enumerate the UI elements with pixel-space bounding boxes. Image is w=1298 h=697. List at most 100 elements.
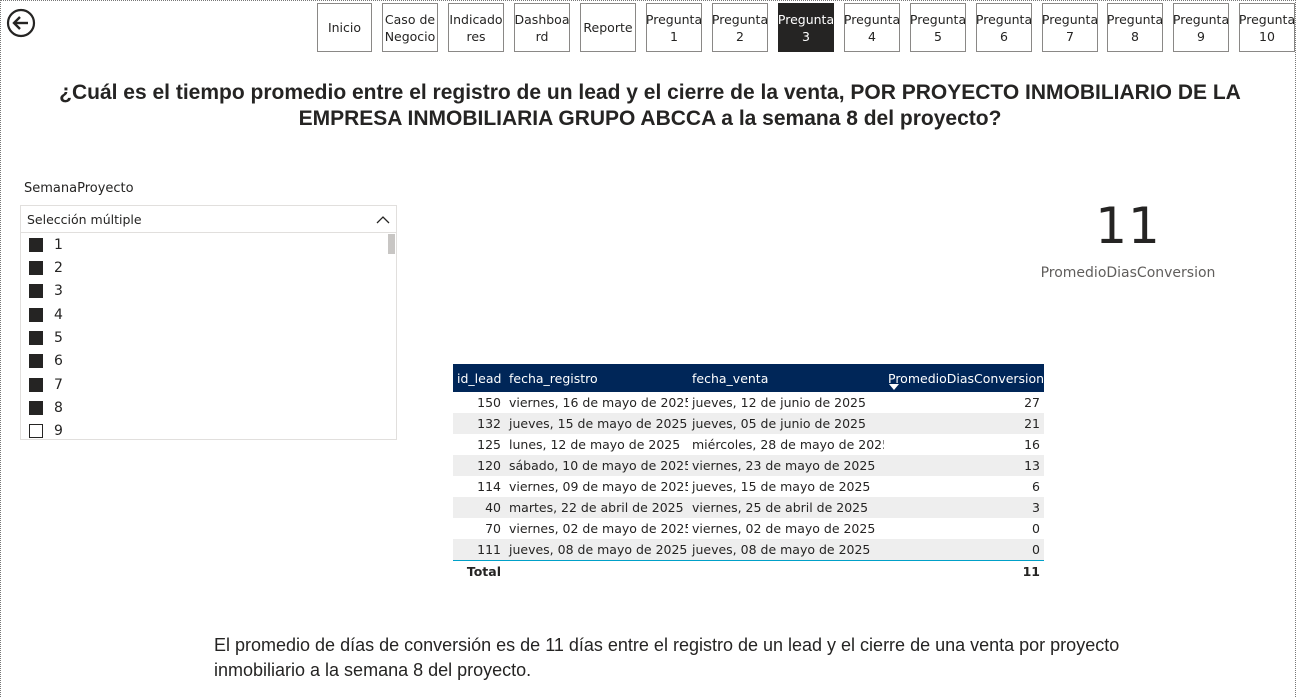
checkbox-checked-icon[interactable] [29, 238, 43, 252]
chevron-up-icon [376, 215, 390, 223]
total-empty-cell [688, 560, 884, 582]
cell-id-lead: 114 [453, 476, 505, 497]
slicer-item[interactable]: 7 [29, 375, 63, 395]
slicer-dropdown-header[interactable]: Selección múltiple [21, 206, 396, 233]
nav-button-indicadores[interactable]: Indicado res [448, 3, 504, 52]
slicer-list: 1 2 3 4 5 6 7 8 9 [21, 233, 396, 439]
cell-fecha-venta: jueves, 08 de mayo de 2025 [688, 539, 884, 561]
slicer-item[interactable]: 8 [29, 398, 63, 418]
slicer-item[interactable]: 5 [29, 328, 63, 348]
slicer-item[interactable]: 9 [29, 421, 63, 439]
slicer-item-label: 3 [54, 283, 63, 299]
cell-id-lead: 150 [453, 392, 505, 413]
slicer-item[interactable]: 3 [29, 281, 63, 301]
cell-fecha-registro: lunes, 12 de mayo de 2025 [505, 434, 688, 455]
nav-button-reporte[interactable]: Reporte [580, 3, 636, 52]
nav-button-dashboard[interactable]: Dashboa rd [514, 3, 570, 52]
cell-fecha-venta: jueves, 12 de junio de 2025 [688, 392, 884, 413]
summary-text: El promedio de días de conversión es de … [214, 635, 1120, 680]
slicer-item-label: 1 [54, 237, 63, 253]
column-header-fecha-venta[interactable]: fecha_venta [688, 364, 884, 392]
cell-fecha-registro: viernes, 16 de mayo de 2025 [505, 392, 688, 413]
cell-fecha-registro: jueves, 08 de mayo de 2025 [505, 539, 688, 561]
kpi-card-label: PromedioDiasConversion [1040, 265, 1216, 281]
nav-button-pregunta-6[interactable]: Pregunta 6 [976, 3, 1032, 52]
slicer-scrollbar[interactable] [388, 234, 395, 254]
table-row: 120 sábado, 10 de mayo de 2025 viernes, 23… [453, 455, 1044, 476]
table-row: 70 viernes, 02 de mayo de 2025 viernes, 02… [453, 518, 1044, 539]
cell-promedio: 3 [884, 497, 1044, 518]
cell-promedio: 27 [884, 392, 1044, 413]
slicer-item-label: 5 [54, 330, 63, 346]
checkbox-checked-icon[interactable] [29, 261, 43, 275]
total-empty-cell [505, 560, 688, 582]
nav-button-pregunta-4[interactable]: Pregunta 4 [844, 3, 900, 52]
cell-id-lead: 120 [453, 455, 505, 476]
slicer-item-label: 6 [54, 353, 63, 369]
cell-id-lead: 132 [453, 413, 505, 434]
slicer-item[interactable]: 1 [29, 235, 63, 255]
nav-button-pregunta-10[interactable]: Pregunta 10 [1239, 3, 1295, 52]
nav-button-pregunta-2[interactable]: Pregunta 2 [712, 3, 768, 52]
table-row: 40 martes, 22 de abril de 2025 viernes, 25… [453, 497, 1044, 518]
semana-proyecto-slicer: Selección múltiple 1 2 3 4 5 6 7 8 9 [20, 205, 397, 440]
cell-promedio: 6 [884, 476, 1044, 497]
cell-id-lead: 70 [453, 518, 505, 539]
checkbox-checked-icon[interactable] [29, 378, 43, 392]
table-row: 150 viernes, 16 de mayo de 2025 jueves, 12… [453, 392, 1044, 413]
cell-fecha-venta: jueves, 15 de mayo de 2025 [688, 476, 884, 497]
slicer-item-label: 8 [54, 400, 63, 416]
sort-descending-icon [889, 384, 899, 390]
cell-fecha-registro: martes, 22 de abril de 2025 [505, 497, 688, 518]
cell-fecha-venta: miércoles, 28 de mayo de 2025 [688, 434, 884, 455]
question-title: ¿Cuál es el tiempo promedio entre el reg… [59, 81, 1241, 130]
kpi-card-value: 11 [1095, 197, 1161, 255]
checkbox-unchecked-icon[interactable] [29, 424, 43, 438]
nav-button-pregunta-8[interactable]: Pregunta 8 [1107, 3, 1163, 52]
cell-promedio: 13 [884, 455, 1044, 476]
nav-button-pregunta-9[interactable]: Pregunta 9 [1173, 3, 1229, 52]
slicer-item-label: 9 [54, 423, 63, 439]
cell-promedio: 0 [884, 539, 1044, 561]
nav-button-inicio[interactable]: Inicio [317, 3, 372, 52]
nav-button-pregunta-1[interactable]: Pregunta 1 [646, 3, 702, 52]
slicer-item[interactable]: 6 [29, 351, 63, 371]
slicer-item[interactable]: 2 [29, 258, 63, 278]
cell-promedio: 16 [884, 434, 1044, 455]
checkbox-checked-icon[interactable] [29, 331, 43, 345]
checkbox-checked-icon[interactable] [29, 401, 43, 415]
table-row: 132 jueves, 15 de mayo de 2025 jueves, 05 … [453, 413, 1044, 434]
column-header-label: PromedioDiasConversion [888, 370, 1044, 386]
cell-promedio: 21 [884, 413, 1044, 434]
cell-fecha-venta: jueves, 05 de junio de 2025 [688, 413, 884, 434]
slicer-mode-label: Selección múltiple [27, 211, 142, 227]
checkbox-checked-icon[interactable] [29, 308, 43, 322]
table-row: 125 lunes, 12 de mayo de 2025 miércoles, 2… [453, 434, 1044, 455]
slicer-item-label: 4 [54, 307, 63, 323]
leads-table: id_lead fecha_registro fecha_venta Prome… [453, 364, 1044, 582]
checkbox-checked-icon[interactable] [29, 354, 43, 368]
slicer-item-label: 2 [54, 260, 63, 276]
column-header-id-lead[interactable]: id_lead [453, 364, 505, 392]
cell-promedio: 0 [884, 518, 1044, 539]
total-value: 11 [884, 560, 1044, 582]
slicer-title: SemanaProyecto [24, 181, 134, 196]
nav-button-pregunta-7[interactable]: Pregunta 7 [1042, 3, 1098, 52]
table-row: 111 jueves, 08 de mayo de 2025 jueves, 08 … [453, 539, 1044, 561]
table-row: 114 viernes, 09 de mayo de 2025 jueves, 15… [453, 476, 1044, 497]
cell-fecha-registro: viernes, 09 de mayo de 2025 [505, 476, 688, 497]
back-button[interactable] [6, 8, 36, 38]
nav-button-caso-de-negocio[interactable]: Caso de Negocio [382, 3, 438, 52]
total-label: Total [453, 560, 505, 582]
nav-button-pregunta-5[interactable]: Pregunta 5 [910, 3, 966, 52]
nav-button-pregunta-3[interactable]: Pregunta 3 [778, 3, 834, 52]
column-header-fecha-registro[interactable]: fecha_registro [505, 364, 688, 392]
cell-fecha-registro: jueves, 15 de mayo de 2025 [505, 413, 688, 434]
slicer-item-label: 7 [54, 377, 63, 393]
slicer-item[interactable]: 4 [29, 305, 63, 325]
table-total-row: Total 11 [453, 560, 1044, 582]
cell-fecha-registro: viernes, 02 de mayo de 2025 [505, 518, 688, 539]
column-header-promedio-dias-conversion[interactable]: PromedioDiasConversion [884, 364, 1044, 392]
cell-fecha-venta: viernes, 02 de mayo de 2025 [688, 518, 884, 539]
checkbox-checked-icon[interactable] [29, 284, 43, 298]
